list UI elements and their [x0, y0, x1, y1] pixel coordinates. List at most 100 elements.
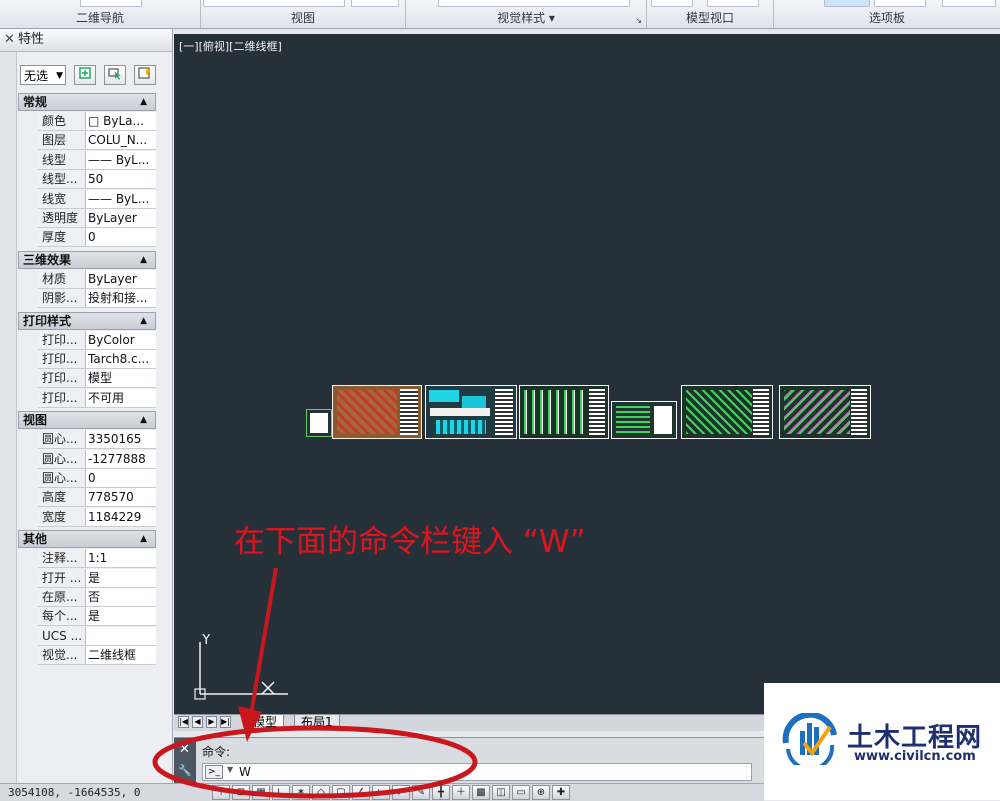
toggle-pickadd-icon[interactable]	[74, 65, 96, 85]
property-row[interactable]: 颜色 □ ByLa...	[38, 112, 156, 131]
property-value[interactable]: COLU_N...	[86, 131, 156, 151]
transparency-icon[interactable]: ╋	[432, 785, 450, 800]
3d-osnap-icon[interactable]: ▢	[332, 785, 350, 800]
property-value[interactable]: 0	[86, 469, 156, 488]
drawing-area[interactable]: [一][俯视][二维线框] 在下面的命令栏键入 “W” Y	[174, 34, 1000, 714]
property-value[interactable]: 3350165	[86, 430, 156, 450]
property-row[interactable]: 打印... 不可用	[38, 388, 156, 408]
property-row[interactable]: 圆心... -1277888	[38, 449, 156, 469]
property-value[interactable]: 是	[86, 568, 156, 588]
infer-constraints-icon[interactable]: ⊤	[212, 785, 230, 800]
category-header[interactable]: 常规 ▲	[18, 93, 156, 111]
property-value[interactable]: 是	[86, 607, 156, 627]
ribbon-panel-palettes[interactable]: 选项板	[774, 0, 1000, 28]
drawing-sheet[interactable]	[519, 385, 609, 439]
property-row[interactable]: 圆心... 3350165	[38, 430, 156, 450]
category-header[interactable]: 其他 ▲	[18, 530, 156, 549]
property-row[interactable]: 打印... 模型	[38, 369, 156, 389]
property-value[interactable]: ByColor	[86, 330, 156, 350]
quick-select-icon[interactable]	[134, 65, 156, 85]
annotation-scale-icon[interactable]: ⊕	[532, 785, 550, 800]
collapse-icon[interactable]: ▲	[140, 531, 147, 547]
select-objects-icon[interactable]	[104, 65, 126, 85]
viewport-controls-label[interactable]: [一][俯视][二维线框]	[179, 38, 282, 54]
last-tab-button[interactable]: ▶|	[220, 716, 231, 728]
ribbon-panel-label[interactable]: 视觉样式 ▾	[406, 9, 646, 26]
annotation-visibility-icon[interactable]: ✚	[552, 785, 570, 800]
property-row[interactable]: 阴影... 投射和接...	[38, 289, 156, 309]
panel-launcher-icon[interactable]: ↘	[635, 16, 642, 25]
selection-cycling-icon[interactable]: ▩	[472, 785, 490, 800]
first-tab-button[interactable]: |◀	[178, 716, 189, 728]
property-value[interactable]: □ ByLa...	[86, 112, 156, 131]
ribbon-panel-view[interactable]: 视图	[201, 0, 406, 28]
property-value[interactable]: 1:1	[86, 549, 156, 569]
drawing-sheet[interactable]	[332, 385, 422, 439]
property-row[interactable]: 线宽 —— ByL...	[38, 189, 156, 209]
property-value[interactable]: 不可用	[86, 388, 156, 408]
prompt-icon[interactable]: >_	[205, 765, 223, 779]
drawing-sheet[interactable]	[306, 409, 332, 437]
category-header[interactable]: 打印样式 ▲	[18, 311, 156, 330]
drawing-sheet[interactable]	[611, 401, 677, 439]
property-row[interactable]: 在原... 否	[38, 588, 156, 607]
close-icon[interactable]: ✕	[179, 742, 190, 757]
property-row[interactable]: 线型 —— ByL...	[38, 150, 156, 170]
collapse-icon[interactable]: ▲	[140, 252, 147, 268]
property-row[interactable]: 视觉... 二维线框	[38, 646, 156, 666]
property-value[interactable]: —— ByL...	[86, 189, 156, 209]
command-input[interactable]: >_ ▼ W	[202, 763, 752, 781]
category-header[interactable]: 视图 ▲	[18, 411, 156, 430]
property-row[interactable]: 宽度 1184229	[38, 507, 156, 527]
property-row[interactable]: 材质 ByLayer	[38, 269, 156, 289]
ribbon-panel-model-viewports[interactable]: 模型视口	[647, 0, 774, 28]
drawing-sheet[interactable]	[681, 385, 773, 439]
property-value[interactable]: 否	[86, 588, 156, 607]
polar-tracking-icon[interactable]: ✶	[292, 785, 310, 800]
snap-mode-icon[interactable]: ⊞	[232, 785, 250, 800]
close-icon[interactable]: ✕	[4, 29, 18, 51]
object-snap-tracking-icon[interactable]: ∠	[352, 785, 370, 800]
coordinate-readout[interactable]: 3054108, -1664535, 0	[8, 786, 140, 799]
palette-title-bar[interactable]: ✕ 特性	[0, 29, 172, 52]
property-value[interactable]: Tarch8.c...	[86, 350, 156, 369]
property-row[interactable]: 图层 COLU_N...	[38, 131, 156, 151]
drawing-sheet[interactable]	[779, 385, 871, 439]
property-row[interactable]: 打印... Tarch8.c...	[38, 350, 156, 369]
dynamic-ucs-icon[interactable]: ⊾	[372, 785, 390, 800]
chevron-down-icon[interactable]: ▼	[227, 765, 233, 774]
property-row[interactable]: 厚度 0	[38, 228, 156, 248]
command-line-handle[interactable]: ✕ 🔧	[174, 738, 196, 783]
property-row[interactable]: UCS ...	[38, 626, 156, 646]
wrench-icon[interactable]: 🔧	[178, 764, 192, 777]
property-value[interactable]: 778570	[86, 488, 156, 508]
property-value[interactable]: 模型	[86, 369, 156, 389]
property-value[interactable]: 二维线框	[86, 646, 156, 666]
grid-display-icon[interactable]: ▦	[252, 785, 270, 800]
property-row[interactable]: 每个... 是	[38, 607, 156, 627]
property-row[interactable]: 打印... ByColor	[38, 330, 156, 350]
property-row[interactable]: 打开 ... 是	[38, 568, 156, 588]
quick-properties-icon[interactable]: ＋	[452, 785, 470, 800]
property-row[interactable]: 高度 778570	[38, 488, 156, 508]
property-row[interactable]: 线型... 50	[38, 170, 156, 190]
tab-layout1[interactable]: 布局1	[294, 715, 340, 730]
property-value[interactable]: ByLayer	[86, 209, 156, 228]
drawing-sheet[interactable]	[425, 385, 517, 439]
property-row[interactable]: 圆心... 0	[38, 469, 156, 488]
palette-side-strip[interactable]	[0, 52, 17, 800]
object-snap-icon[interactable]: ◇	[312, 785, 330, 800]
model-space-icon[interactable]: ◫	[492, 785, 510, 800]
property-value[interactable]: ByLayer	[86, 269, 156, 289]
property-value[interactable]: 0	[86, 228, 156, 248]
property-value[interactable]: -1277888	[86, 449, 156, 469]
tab-model[interactable]: 模型	[246, 715, 285, 730]
layout-view-icon[interactable]: ▭	[512, 785, 530, 800]
property-value[interactable]: 投射和接...	[86, 289, 156, 309]
prev-tab-button[interactable]: ◀	[192, 716, 203, 728]
ribbon-panel-visual-styles[interactable]: 视觉样式 ▾ ↘	[406, 0, 647, 28]
property-value[interactable]	[86, 626, 156, 646]
dynamic-input-icon[interactable]: ↗	[392, 785, 410, 800]
ribbon-panel-2d-navigation[interactable]: 二维导航	[0, 0, 201, 28]
property-value[interactable]: 1184229	[86, 507, 156, 527]
